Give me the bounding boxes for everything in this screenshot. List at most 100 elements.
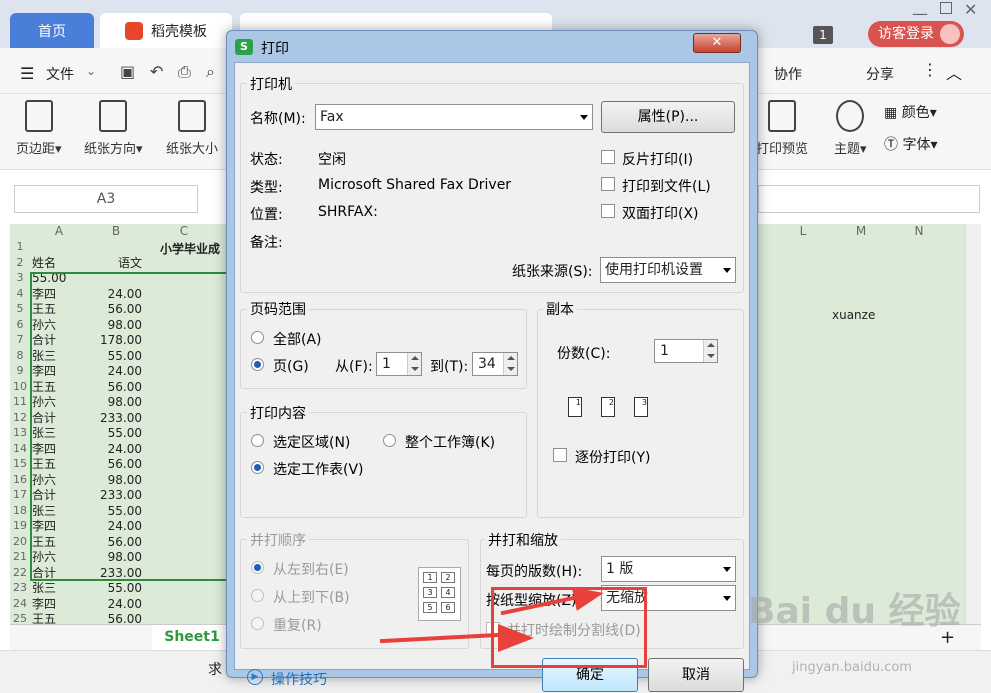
cell[interactable]: 56.00 [88,612,144,624]
sheet-tab[interactable]: Sheet1 [152,625,232,651]
selected-sheet-radio[interactable] [251,461,264,474]
column-header[interactable]: A [30,224,88,240]
play-icon[interactable]: ▶ [247,669,263,685]
cell[interactable]: 李四 [30,597,88,613]
print-to-file-checkbox[interactable] [601,177,615,191]
cell[interactable]: 语文 [88,256,144,272]
properties-button[interactable]: 属性(P)... [601,101,735,133]
cell[interactable]: 姓名 [30,256,88,272]
close-window-icon[interactable]: ✕ [964,0,977,19]
to-spinner[interactable]: 34 [472,352,518,376]
minimize-icon[interactable]: — [912,4,928,23]
collate-page-icon: 2 [601,397,615,417]
formula-bar[interactable] [758,185,980,213]
row-header[interactable]: 13 [10,426,30,442]
name-box[interactable]: A3 [14,185,198,213]
column-header[interactable]: M [846,224,876,240]
range-all-radio[interactable] [251,331,264,344]
row-header[interactable]: 15 [10,457,30,473]
cancel-button[interactable]: 取消 [648,658,744,692]
row-header[interactable]: 21 [10,550,30,566]
tab-home[interactable]: 首页 [10,13,94,48]
paper-size-button[interactable]: 纸张大小 [166,100,218,157]
selection-radio[interactable] [251,434,264,447]
cell[interactable]: 张三 [30,581,88,597]
column-header[interactable]: N [904,224,934,240]
collab-button[interactable]: 协作 [774,64,802,84]
color-button[interactable]: ▦ 颜色▾ [884,102,937,122]
row-header[interactable]: 23 [10,581,30,597]
row-header[interactable]: 11 [10,395,30,411]
ltr-radio[interactable] [251,561,264,574]
collapse-ribbon-icon[interactable]: ︿ [946,60,962,84]
row-header[interactable]: 9 [10,364,30,380]
row-header[interactable]: 20 [10,535,30,551]
dialog-close-button[interactable]: ✕ [693,33,741,53]
preview-icon[interactable]: ⌕ [206,62,215,82]
save-icon[interactable]: ▣ [120,62,135,81]
row-header[interactable]: 6 [10,318,30,334]
more-icon[interactable]: ⋮ [922,60,938,79]
row-header[interactable]: 25 [10,612,30,624]
maximize-icon[interactable] [940,2,952,14]
spinner-arrows-icon[interactable] [407,353,421,375]
margins-button[interactable]: 页边距▾ [16,100,62,157]
range-pages-radio[interactable] [251,358,264,371]
ttb-radio[interactable] [251,589,264,602]
file-menu[interactable]: 文件 [46,64,74,84]
tab-templates[interactable]: 稻壳模板 [100,13,232,48]
column-header[interactable]: B [88,224,144,240]
cell[interactable]: 王五 [30,612,88,624]
print-icon[interactable]: ⎙ [178,62,191,82]
row-header[interactable]: 19 [10,519,30,535]
paper-size-icon [178,100,206,132]
menu-icon[interactable]: ☰ [20,64,34,83]
row-header[interactable]: 1 [10,240,30,256]
column-header[interactable]: C [144,224,224,240]
spinner-arrows-icon[interactable] [703,340,717,362]
printer-name-select[interactable]: Fax [315,104,593,130]
cell[interactable]: 24.00 [88,597,144,613]
row-header[interactable]: 8 [10,349,30,365]
print-preview-button[interactable]: 打印预览 [756,100,808,157]
collate-checkbox[interactable] [553,448,567,462]
row-header[interactable]: 16 [10,473,30,489]
tips-link[interactable]: 操作技巧 [271,669,327,689]
from-spinner[interactable]: 1 [376,352,422,376]
column-header[interactable]: L [788,224,818,240]
font-button[interactable]: Ⓣ 字体▾ [884,134,937,154]
login-button[interactable]: 访客登录 [868,21,964,47]
undo-icon[interactable]: ↶ [150,62,163,81]
chevron-down-icon[interactable]: ⌄ [86,64,96,78]
repeat-radio[interactable] [251,617,264,630]
cell[interactable]: 55.00 [88,581,144,597]
row-header[interactable]: 3 [10,271,30,287]
row-header[interactable]: 24 [10,597,30,613]
spinner-arrows-icon[interactable] [503,353,517,375]
copies-spinner[interactable]: 1 [654,339,718,363]
paper-source-select[interactable]: 使用打印机设置 [600,257,736,283]
font-icon: Ⓣ [884,137,898,153]
row-header[interactable]: 5 [10,302,30,318]
duplex-checkbox[interactable] [601,204,615,218]
palette-icon [836,100,865,132]
reverse-print-checkbox[interactable] [601,150,615,164]
row-header[interactable]: 2 [10,256,30,272]
row-header[interactable]: 18 [10,504,30,520]
row-header[interactable]: 14 [10,442,30,458]
row-header[interactable]: 4 [10,287,30,303]
orientation-button[interactable]: 纸张方向▾ [84,100,143,157]
row-header[interactable]: 7 [10,333,30,349]
vertical-scrollbar[interactable] [965,224,981,624]
to-value: 34 [478,356,496,372]
window-count-badge[interactable]: 1 [813,26,833,44]
printer-legend: 打印机 [247,74,295,94]
row-header[interactable]: 17 [10,488,30,504]
workbook-radio[interactable] [383,434,396,447]
row-header[interactable]: 12 [10,411,30,427]
row-header[interactable]: 22 [10,566,30,582]
share-button[interactable]: 分享 [866,64,894,84]
pages-per-sheet-select[interactable]: 1 版 [601,556,736,582]
row-header[interactable]: 10 [10,380,30,396]
theme-button[interactable]: 主题▾ [834,100,867,157]
